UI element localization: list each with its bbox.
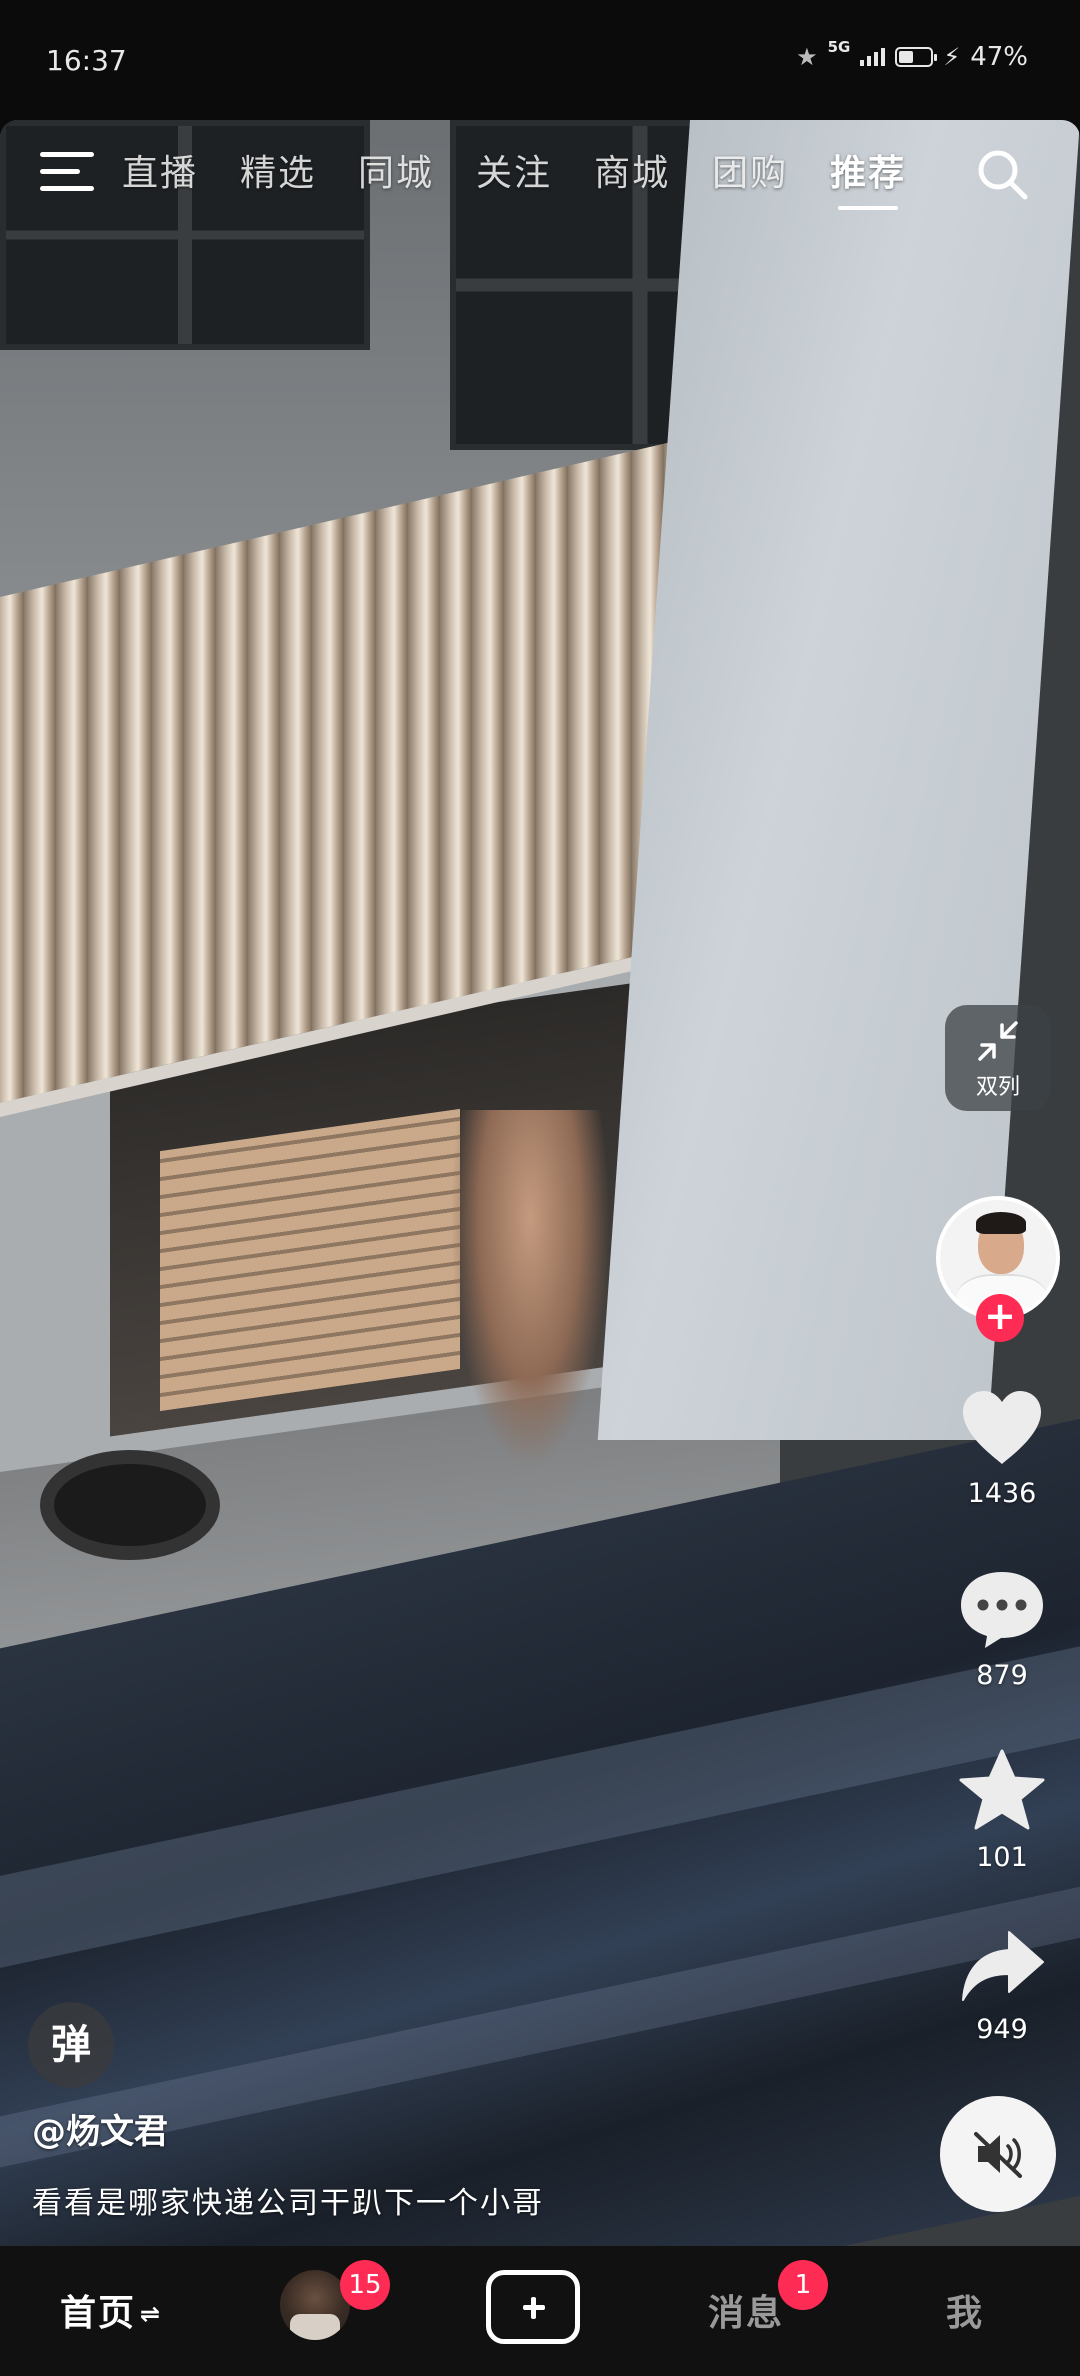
share-arrow-icon bbox=[962, 1931, 1044, 2001]
video-scene-boxes bbox=[160, 1108, 460, 1412]
nav-messages[interactable]: 消息 bbox=[708, 2284, 784, 2336]
nav-home-label: 首页 bbox=[60, 2293, 137, 2334]
star-icon bbox=[959, 1749, 1045, 1830]
author-avatar[interactable]: + bbox=[936, 1196, 1060, 1342]
author-name[interactable]: @炀文君 bbox=[32, 2104, 168, 2153]
like-count: 1436 bbox=[967, 1478, 1037, 1509]
share-button[interactable]: 949 bbox=[940, 1928, 1064, 2045]
nav-me[interactable]: 我 bbox=[946, 2284, 982, 2336]
tab-live[interactable]: 直播 bbox=[122, 144, 198, 196]
status-time: 16:37 bbox=[46, 44, 127, 77]
tab-group-buy[interactable]: 团购 bbox=[712, 144, 788, 196]
menu-icon[interactable] bbox=[40, 152, 94, 192]
swap-icon: ⇌ bbox=[140, 2300, 163, 2328]
video-player[interactable] bbox=[0, 120, 1080, 2246]
battery-percent: 47% bbox=[970, 42, 1028, 72]
favorite-count: 101 bbox=[976, 1842, 1028, 1873]
create-post-button[interactable] bbox=[486, 2270, 580, 2344]
battery-icon bbox=[895, 47, 938, 67]
comment-icon bbox=[961, 1572, 1043, 1648]
tab-nearby[interactable]: 同城 bbox=[358, 144, 434, 196]
tab-list: 直播 精选 同城 关注 商城 团购 推荐 bbox=[122, 144, 906, 210]
tab-mall[interactable]: 商城 bbox=[594, 144, 670, 196]
charging-icon: ⚡ bbox=[943, 43, 961, 71]
video-scene-wheel bbox=[40, 1450, 220, 1560]
mute-button[interactable] bbox=[940, 2096, 1056, 2212]
bottom-nav: 首页 ⇌ 15 消息 1 我 bbox=[0, 2246, 1080, 2376]
status-bar: 16:37 ★ 5G ⚡ 47% bbox=[0, 0, 1080, 120]
nav-home[interactable]: 首页 ⇌ bbox=[60, 2284, 162, 2336]
status-indicators: ★ 5G ⚡ 47% bbox=[796, 38, 1028, 72]
speaker-muted-icon bbox=[974, 2132, 1022, 2178]
friends-badge: 15 bbox=[340, 2260, 390, 2310]
tab-following[interactable]: 关注 bbox=[476, 144, 552, 196]
comment-count: 879 bbox=[976, 1660, 1028, 1691]
search-icon[interactable] bbox=[974, 146, 1030, 202]
comment-button[interactable]: 879 bbox=[940, 1568, 1064, 1691]
messages-badge: 1 bbox=[778, 2260, 828, 2310]
heart-icon bbox=[963, 1391, 1041, 1464]
dual-column-label: 双列 bbox=[975, 1075, 1020, 1100]
like-button[interactable]: 1436 bbox=[940, 1388, 1064, 1509]
tab-featured[interactable]: 精选 bbox=[240, 144, 316, 196]
dual-column-button[interactable]: 双列 bbox=[945, 1005, 1051, 1111]
share-count: 949 bbox=[976, 2014, 1028, 2045]
collapse-icon bbox=[978, 1021, 1018, 1061]
signal-icon bbox=[860, 48, 886, 66]
favorite-indicator-icon: ★ bbox=[796, 43, 818, 71]
top-tab-bar: 直播 精选 同城 关注 商城 团购 推荐 bbox=[0, 130, 1080, 220]
follow-button[interactable]: + bbox=[976, 1294, 1024, 1342]
tab-recommended[interactable]: 推荐 bbox=[830, 144, 906, 210]
video-scene-people bbox=[450, 1110, 610, 1470]
favorite-button[interactable]: 101 bbox=[940, 1748, 1064, 1873]
danmu-toggle-button[interactable]: 弹 bbox=[28, 2002, 114, 2088]
video-caption[interactable]: 看看是哪家快递公司干趴下一个小哥 bbox=[32, 2178, 544, 2222]
network-type: 5G bbox=[827, 38, 851, 56]
